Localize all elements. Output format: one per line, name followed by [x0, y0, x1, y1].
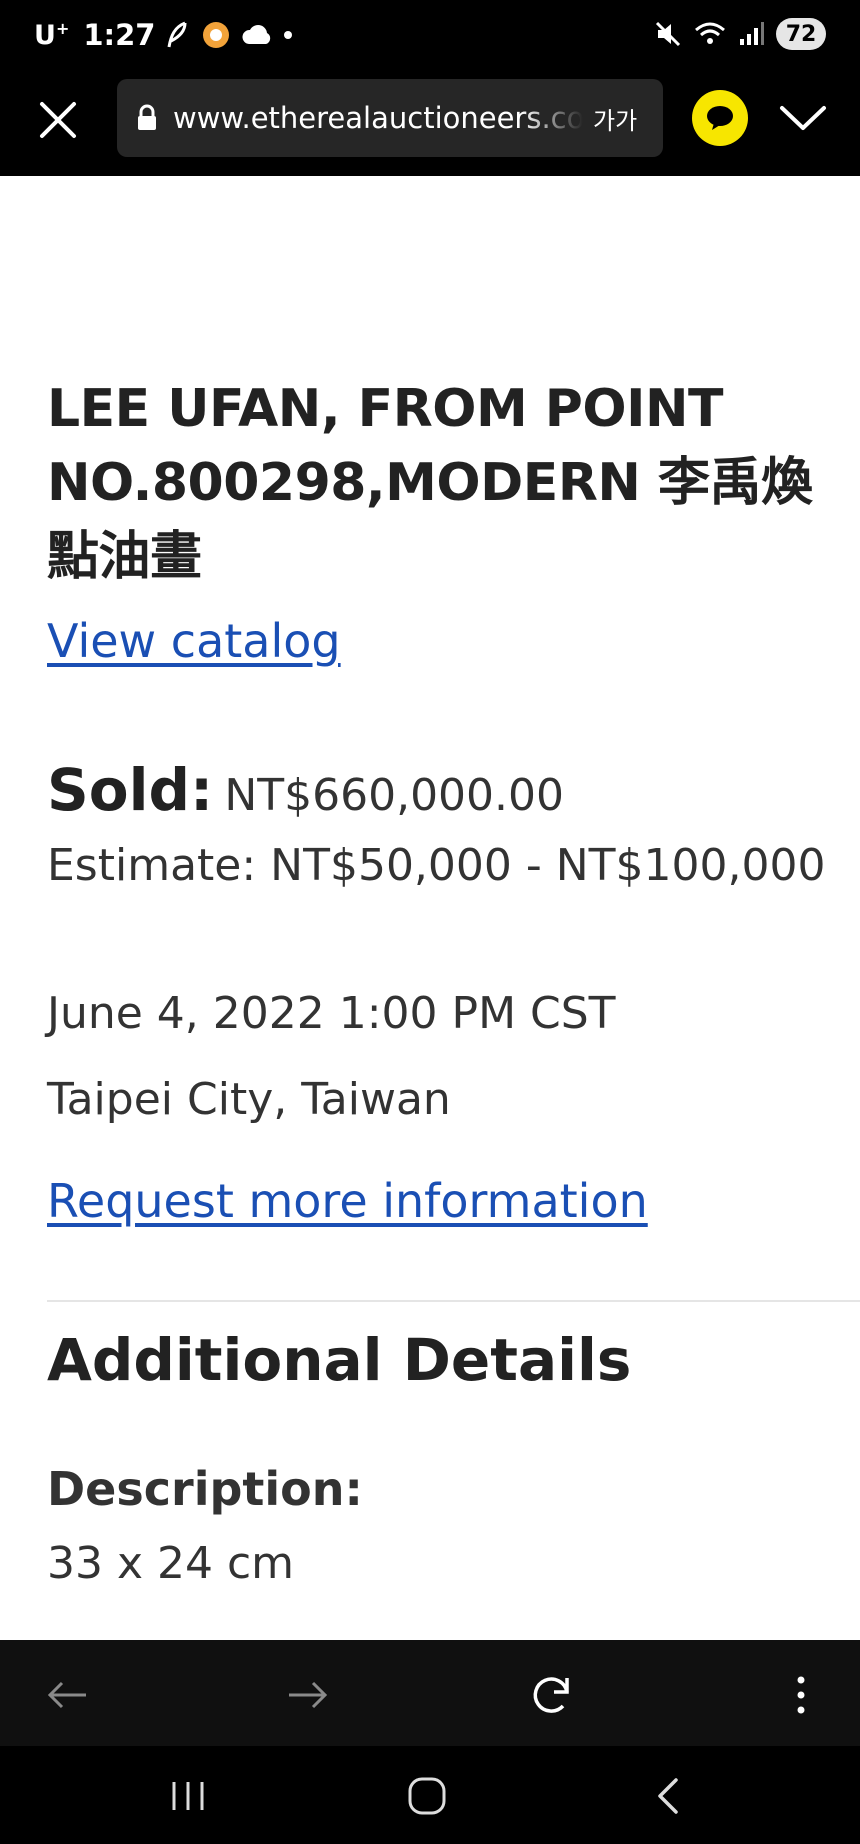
url-field[interactable]: www.etherealauctioneers.com 가가	[117, 79, 663, 157]
system-nav-bar	[0, 1746, 860, 1844]
auction-date: June 4, 2022 1:00 PM CST	[47, 988, 616, 1039]
carrier-text: U	[34, 20, 56, 51]
carrier-label: U+	[34, 19, 69, 51]
description-label: Description:	[47, 1462, 363, 1516]
sold-price: NT$660,000.00	[224, 770, 565, 821]
app-notification-icon	[203, 22, 230, 48]
font-size-button[interactable]: 가가	[593, 101, 637, 136]
cloud-notification-icon	[242, 25, 271, 44]
home-icon[interactable]	[406, 1776, 450, 1816]
browser-toolbar	[0, 1640, 860, 1746]
signal-icon	[740, 22, 764, 45]
auction-location: Taipei City, Taiwan	[47, 1074, 451, 1125]
chevron-down-icon[interactable]	[778, 100, 828, 136]
more-vert-icon[interactable]	[776, 1670, 826, 1720]
reload-icon[interactable]	[527, 1670, 577, 1720]
more-notifications-dot-icon	[284, 31, 293, 39]
status-right: 72	[654, 18, 826, 50]
recents-icon[interactable]	[166, 1776, 210, 1816]
arrow-left-icon[interactable]	[42, 1670, 92, 1720]
feather-icon	[168, 21, 187, 48]
clock: 1:27	[83, 18, 156, 52]
lock-icon	[138, 104, 156, 130]
request-info-link[interactable]: Request more information	[47, 1174, 648, 1228]
status-left: U+ 1:27	[34, 18, 293, 52]
view-catalog-link[interactable]: View catalog	[47, 614, 341, 668]
browser-address-bar: www.etherealauctioneers.com 가가	[0, 76, 860, 176]
mute-icon	[655, 21, 681, 47]
chevron-left-icon[interactable]	[648, 1776, 692, 1816]
url-text[interactable]: www.etherealauctioneers.com	[173, 101, 583, 135]
status-bar: U+ 1:27 72	[0, 0, 860, 76]
chat-button[interactable]	[692, 90, 748, 146]
divider	[47, 1300, 860, 1302]
arrow-right-icon[interactable]	[283, 1670, 333, 1720]
sold-line: Sold: NT$660,000.00	[47, 756, 564, 824]
carrier-sup: +	[55, 19, 70, 38]
lot-title: LEE UFAN, FROM POINT NO.800298,MODERN 李禹…	[47, 379, 813, 587]
additional-details-heading: Additional Details	[47, 1326, 632, 1394]
close-icon[interactable]	[34, 96, 82, 144]
battery-indicator: 72	[776, 18, 826, 50]
wifi-icon	[695, 22, 725, 44]
sold-label: Sold:	[47, 756, 214, 824]
description-value: 33 x 24 cm	[47, 1538, 295, 1589]
estimate: Estimate: NT$50,000 - NT$100,000	[47, 840, 826, 891]
chat-bubble-icon	[707, 106, 733, 130]
